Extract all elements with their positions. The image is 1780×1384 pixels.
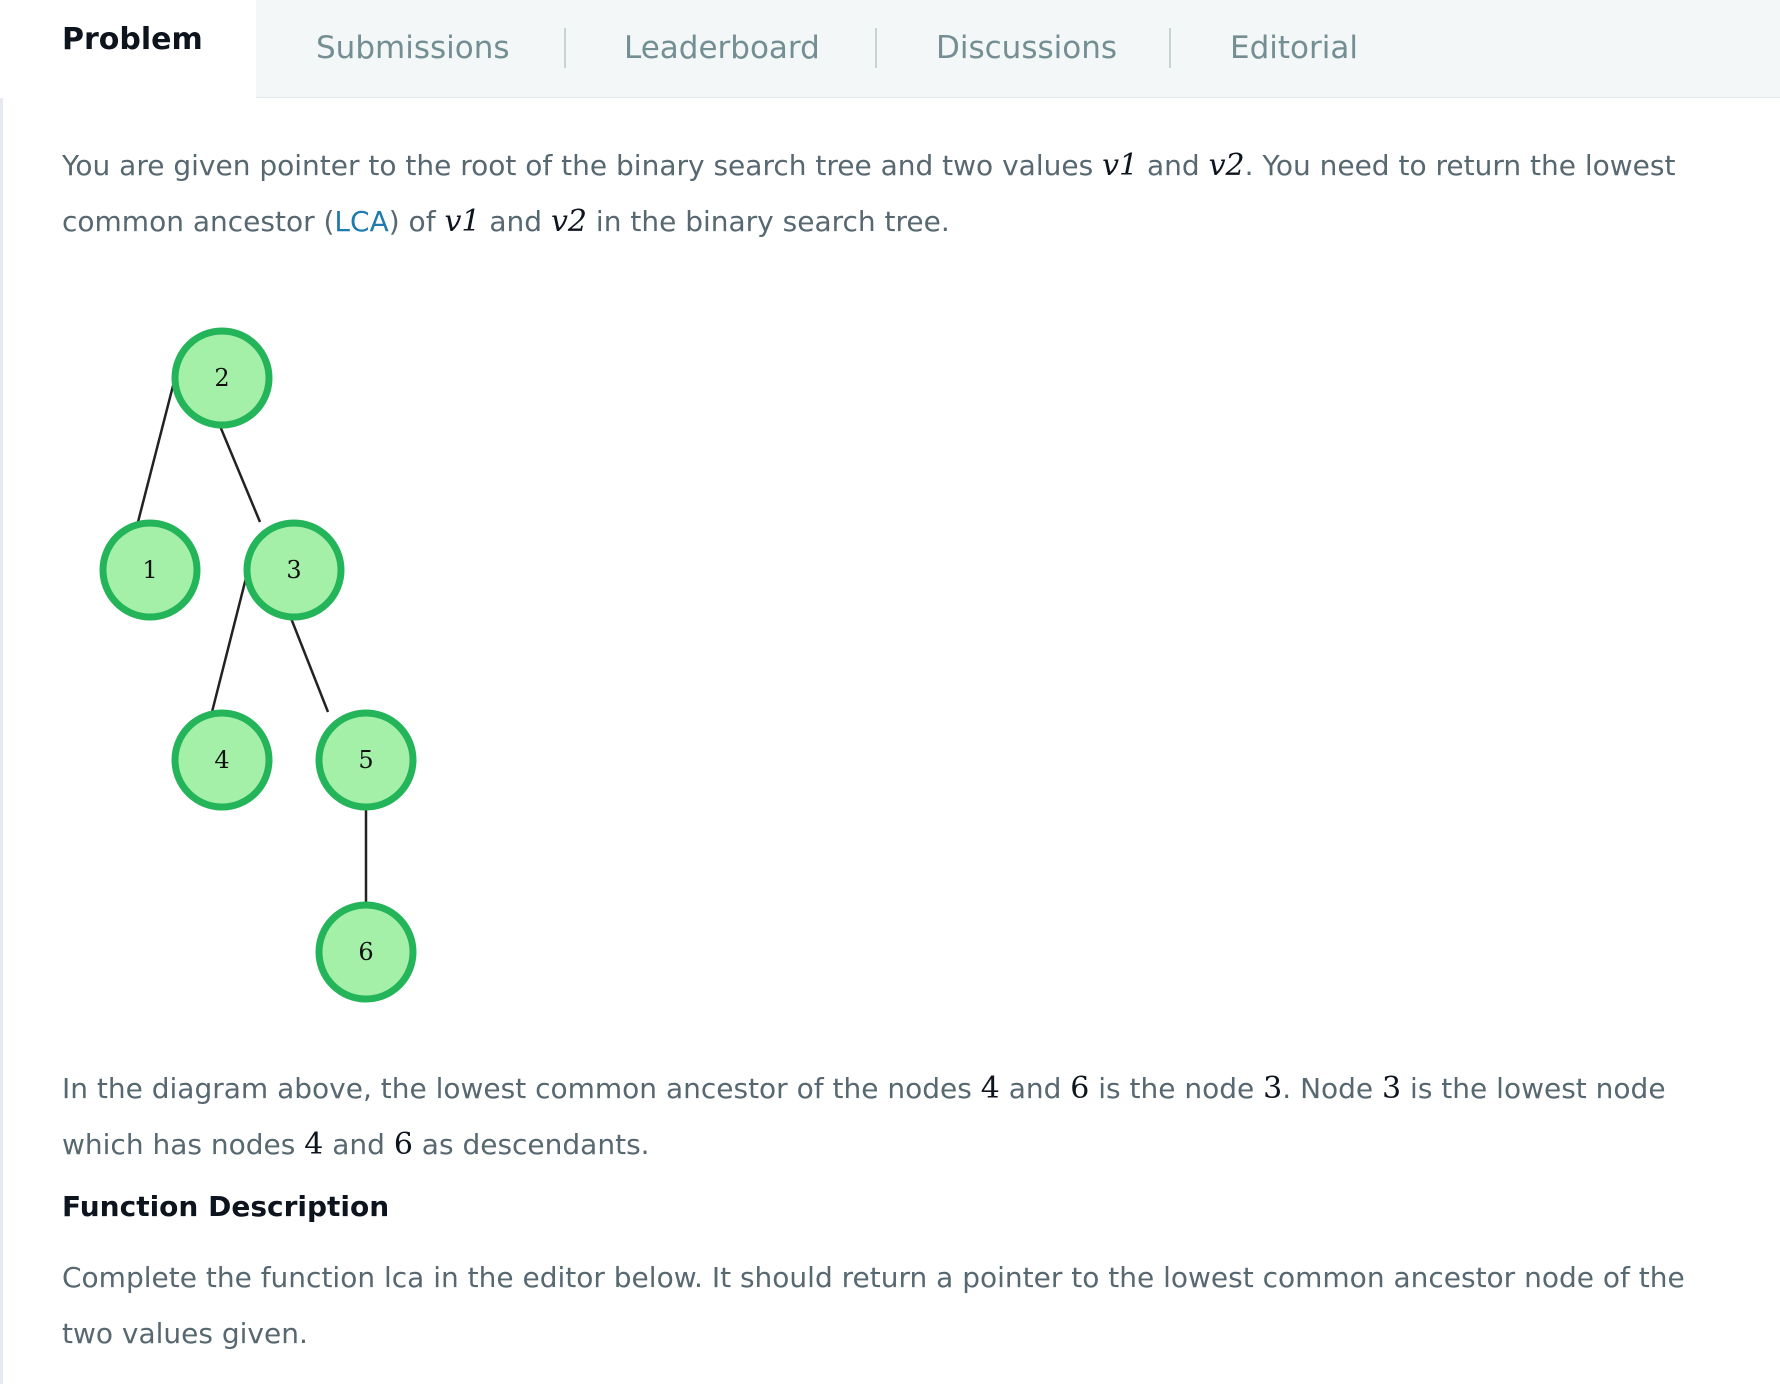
problem-intro: You are given pointer to the root of the… [62,138,1722,250]
math-v2: v2 [550,204,588,239]
intro-text: You are given pointer to the root of the… [62,149,1103,182]
explanation-text: . Node [1282,1072,1383,1105]
node-label: 3 [286,556,301,584]
tab-separator [564,28,566,68]
explanation-text: is the node [1089,1072,1264,1105]
explanation-text: and [999,1072,1071,1105]
tree-node: 5 [315,709,417,811]
tab-separator [1169,28,1171,68]
bst-diagram: 2 1 3 4 5 6 [99,327,417,1003]
intro-text: and [480,205,551,238]
intro-text: and [1138,149,1209,182]
tree-node: 6 [315,901,417,1003]
edge-2-1 [136,377,177,523]
lca-link[interactable]: LCA [334,205,388,238]
tab-submissions[interactable]: Submissions [316,30,510,66]
tab-separator [875,28,877,68]
intro-text: ) of [388,205,445,238]
node-label: 5 [358,746,373,774]
tree-node: 3 [243,519,345,621]
node-label: 1 [142,556,157,584]
explanation-paragraph: In the diagram above, the lowest common … [62,1061,1722,1173]
tab-bar: Problem Submissions Leaderboard Discussi… [0,0,1780,98]
left-border [0,0,3,1384]
tab-problem[interactable]: Problem [0,0,256,98]
node-label: 4 [214,746,229,774]
tree-node: 4 [171,709,273,811]
explanation-text: and [323,1128,394,1161]
tree-node: 1 [99,519,201,621]
math-v1: v1 [1102,148,1139,183]
intro-text: in the binary search tree. [587,205,950,238]
tab-leaderboard[interactable]: Leaderboard [624,30,820,66]
math-v2: v2 [1208,148,1245,183]
tab-discussions[interactable]: Discussions [936,30,1117,66]
explanation-text: as descendants. [412,1128,650,1161]
math-6: 6 [1070,1071,1090,1106]
math-v1: v1 [444,204,481,239]
explanation-text: In the diagram above, the lowest common … [62,1072,981,1105]
math-4: 4 [980,1071,1000,1106]
node-label: 2 [214,364,229,392]
function-description-heading: Function Description [62,1190,390,1223]
math-6: 6 [393,1127,413,1162]
tree-edges [136,377,368,904]
edge-3-4 [210,569,250,713]
tree-node: 2 [171,327,273,429]
tab-editorial[interactable]: Editorial [1230,30,1358,66]
math-3: 3 [1382,1071,1402,1106]
tab-problem-label: Problem [62,21,203,57]
math-4: 4 [304,1127,324,1162]
function-description-text: Complete the function lca in the editor … [62,1261,1685,1350]
tab-group: Submissions Leaderboard Discussions Edit… [256,0,1780,98]
node-label: 6 [358,938,373,966]
math-3: 3 [1263,1071,1283,1106]
